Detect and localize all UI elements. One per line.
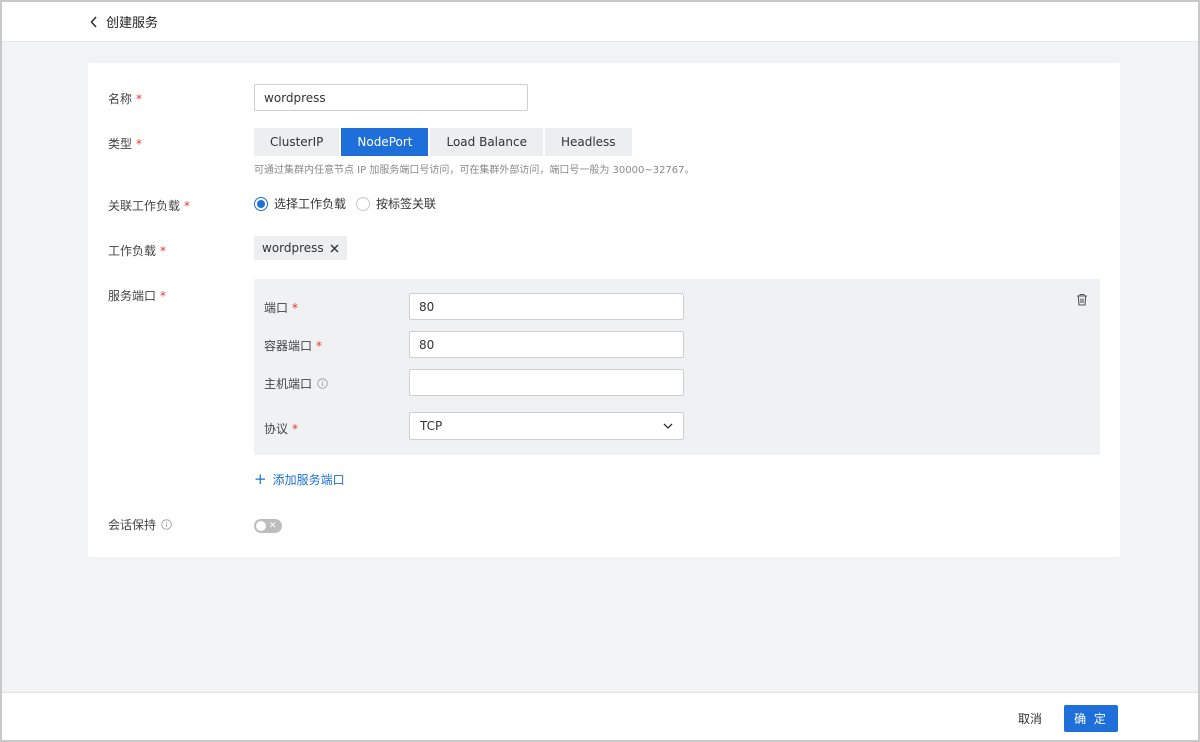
port-label: 端口 * xyxy=(264,299,298,316)
service-port-label: 服务端口 * xyxy=(108,287,166,304)
name-label: 名称 * xyxy=(108,90,142,107)
service-port-panel: 端口* 容器端口* 主机端口 协议* TCP xyxy=(254,279,1100,455)
cancel-button[interactable]: 取消 xyxy=(1014,705,1046,732)
container-port-input[interactable] xyxy=(409,331,684,358)
name-input[interactable] xyxy=(254,84,528,111)
plus-icon: + xyxy=(254,470,267,488)
back-button[interactable]: 创建服务 xyxy=(90,12,158,31)
app-frame: 创建服务 名称* 类型* ClusterIP NodePort Load Bal… xyxy=(0,0,1200,742)
form-card: 名称* 类型* ClusterIP NodePort Load Balance … xyxy=(88,63,1120,557)
required-mark: * xyxy=(292,300,299,315)
required-mark: * xyxy=(136,136,143,151)
type-hint: 可通过集群内任意节点 IP 加服务端口号访问，可在集群外部访问，端口号一般为 3… xyxy=(254,165,695,176)
page-footer: 取消 确 定 xyxy=(2,692,1198,740)
close-icon[interactable] xyxy=(330,244,339,253)
container-port-label-text: 容器端口 xyxy=(264,339,313,353)
type-option-headless[interactable]: Headless xyxy=(544,128,632,156)
protocol-value: TCP xyxy=(420,419,443,433)
session-affinity-label-text: 会话保持 xyxy=(108,518,157,532)
chevron-down-icon xyxy=(663,423,673,429)
add-service-port-label: 添加服务端口 xyxy=(272,473,345,487)
protocol-label: 协议 * xyxy=(264,420,298,437)
required-mark: * xyxy=(160,288,167,303)
session-affinity-toggle[interactable]: ✕ xyxy=(254,519,282,533)
chevron-left-icon xyxy=(90,15,97,28)
protocol-label-text: 协议 xyxy=(264,422,289,436)
type-option-clusterip[interactable]: ClusterIP xyxy=(254,128,340,156)
workload-binding-label-text: 关联工作负载 xyxy=(108,199,181,213)
required-mark: * xyxy=(292,421,299,436)
radio-select-workload[interactable]: 选择工作负载 xyxy=(254,195,346,212)
port-label-text: 端口 xyxy=(264,301,289,315)
service-port-label-text: 服务端口 xyxy=(108,289,157,303)
info-icon[interactable] xyxy=(161,519,172,530)
required-mark: * xyxy=(316,338,323,353)
add-service-port-button[interactable]: + 添加服务端口 xyxy=(254,471,345,488)
required-mark: * xyxy=(184,198,191,213)
type-option-loadbalance[interactable]: Load Balance xyxy=(430,128,543,156)
port-input[interactable] xyxy=(409,293,684,320)
workload-label: 工作负载 * xyxy=(108,242,166,259)
workload-label-text: 工作负载 xyxy=(108,244,157,258)
type-label-text: 类型 xyxy=(108,137,133,151)
host-port-label: 主机端口 xyxy=(264,375,328,392)
workload-binding-radio-group: 选择工作负载 按标签关联 xyxy=(254,195,446,212)
trash-icon[interactable] xyxy=(1076,293,1088,309)
radio-unchecked-icon xyxy=(356,196,371,211)
name-label-text: 名称 xyxy=(108,92,133,106)
session-affinity-label: 会话保持 xyxy=(108,516,172,533)
required-mark: * xyxy=(136,91,143,106)
page-title: 创建服务 xyxy=(106,16,159,31)
page-header: 创建服务 xyxy=(2,2,1198,42)
radio-by-label[interactable]: 按标签关联 xyxy=(356,195,436,212)
workload-binding-label: 关联工作负载 * xyxy=(108,197,190,214)
confirm-button[interactable]: 确 定 xyxy=(1064,705,1118,732)
radio-label: 选择工作负载 xyxy=(274,197,347,211)
service-type-selector: ClusterIP NodePort Load Balance Headless xyxy=(254,128,634,156)
info-icon[interactable] xyxy=(317,378,328,389)
toggle-off-icon: ✕ xyxy=(269,521,277,531)
required-mark: * xyxy=(160,243,167,258)
host-port-input[interactable] xyxy=(409,369,684,396)
workload-tag-text: wordpress xyxy=(262,241,324,255)
container-port-label: 容器端口 * xyxy=(264,337,322,354)
type-label: 类型 * xyxy=(108,135,142,152)
radio-label: 按标签关联 xyxy=(376,197,437,211)
protocol-select[interactable]: TCP xyxy=(409,412,684,440)
type-option-nodeport[interactable]: NodePort xyxy=(341,128,429,156)
host-port-label-text: 主机端口 xyxy=(264,377,313,391)
workload-tag: wordpress xyxy=(254,236,347,260)
radio-checked-icon xyxy=(254,196,268,211)
